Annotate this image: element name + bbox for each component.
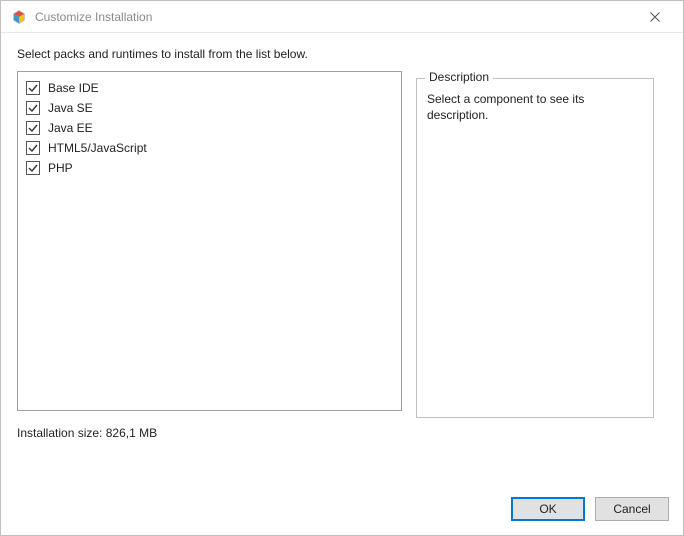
close-icon: [650, 12, 660, 22]
pack-label: HTML5/JavaScript: [48, 141, 147, 155]
check-icon: [28, 163, 38, 173]
checkbox[interactable]: [26, 161, 40, 175]
checkbox[interactable]: [26, 141, 40, 155]
check-icon: [28, 143, 38, 153]
titlebar: Customize Installation: [1, 1, 683, 33]
installer-window: Customize Installation Select packs and …: [0, 0, 684, 536]
app-logo-icon: [11, 9, 27, 25]
content-area: Select packs and runtimes to install fro…: [1, 33, 683, 487]
pack-list[interactable]: Base IDE Java SE Java EE: [17, 71, 402, 411]
pack-item-java-se[interactable]: Java SE: [24, 98, 395, 118]
check-icon: [28, 123, 38, 133]
close-button[interactable]: [637, 3, 673, 31]
pack-label: Java SE: [48, 101, 93, 115]
check-icon: [28, 103, 38, 113]
description-text: Select a component to see its descriptio…: [417, 79, 653, 133]
size-label: Installation size:: [17, 426, 102, 440]
pack-item-base-ide[interactable]: Base IDE: [24, 78, 395, 98]
main-row: Base IDE Java SE Java EE: [17, 71, 667, 418]
checkbox[interactable]: [26, 81, 40, 95]
pack-item-html5-javascript[interactable]: HTML5/JavaScript: [24, 138, 395, 158]
check-icon: [28, 83, 38, 93]
pack-item-java-ee[interactable]: Java EE: [24, 118, 395, 138]
checkbox[interactable]: [26, 121, 40, 135]
ok-button[interactable]: OK: [511, 497, 585, 521]
button-row: OK Cancel: [1, 487, 683, 535]
pack-label: Java EE: [48, 121, 93, 135]
cancel-button[interactable]: Cancel: [595, 497, 669, 521]
instruction-text: Select packs and runtimes to install fro…: [17, 47, 667, 61]
pack-item-php[interactable]: PHP: [24, 158, 395, 178]
pack-label: Base IDE: [48, 81, 99, 95]
pack-label: PHP: [48, 161, 73, 175]
installation-size: Installation size: 826,1 MB: [17, 426, 667, 440]
description-legend: Description: [425, 70, 493, 84]
size-value: 826,1 MB: [106, 426, 157, 440]
checkbox[interactable]: [26, 101, 40, 115]
window-title: Customize Installation: [35, 10, 637, 24]
description-group: Description Select a component to see it…: [416, 78, 654, 418]
